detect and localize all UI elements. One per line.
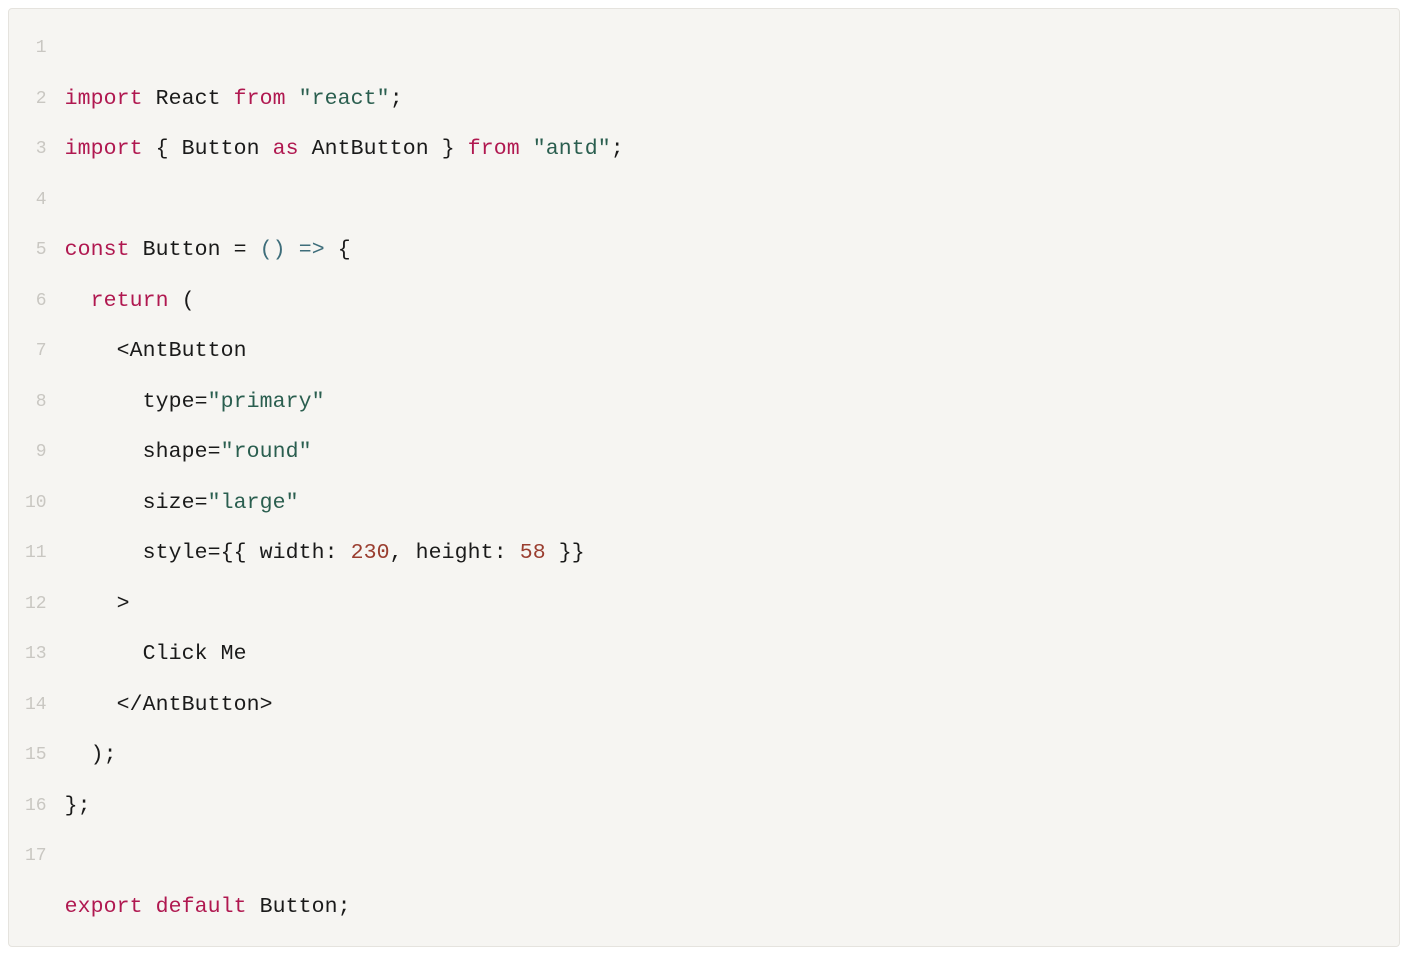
code-text: React (143, 87, 234, 111)
code-text: </AntButton> (65, 693, 273, 717)
line-number: 13 (9, 629, 61, 680)
code-text: AntButton } (299, 137, 468, 161)
code-line: return ( (65, 276, 1381, 327)
keyword-from: from (234, 87, 286, 111)
line-number: 17 (9, 831, 61, 882)
string-literal: "round" (221, 440, 312, 464)
code-line: ); (65, 730, 1381, 781)
number-literal: 230 (351, 541, 390, 565)
keyword-import: import (65, 137, 143, 161)
code-line: </AntButton> (65, 680, 1381, 731)
keyword-from: from (468, 137, 520, 161)
code-text: ( (169, 289, 195, 313)
code-line: <AntButton (65, 326, 1381, 377)
code-line: const Button = () => { (65, 225, 1381, 276)
keyword-return: return (91, 289, 169, 313)
line-number: 11 (9, 528, 61, 579)
line-number: 3 (9, 124, 61, 175)
code-text: ; (611, 137, 624, 161)
line-number: 10 (9, 478, 61, 529)
code-line: }; (65, 781, 1381, 832)
code-text: shape= (65, 440, 221, 464)
arrow-parens: () (260, 238, 286, 262)
keyword-const: const (65, 238, 130, 262)
code-text: }; (65, 794, 91, 818)
keyword-default: default (156, 895, 247, 919)
code-text (286, 87, 299, 111)
code-text: { Button (143, 137, 273, 161)
code-content: import React from "react";import { Butto… (61, 9, 1399, 946)
line-number: 2 (9, 74, 61, 125)
code-text: ); (65, 743, 117, 767)
keyword-as: as (273, 137, 299, 161)
line-number: 9 (9, 427, 61, 478)
code-line (65, 175, 1381, 226)
string-literal: "large" (208, 491, 299, 515)
code-line: style={{ width: 230, height: 58 }} (65, 528, 1381, 579)
code-line: export default Button; (65, 882, 1381, 933)
line-number: 14 (9, 680, 61, 731)
code-text: <AntButton (65, 339, 247, 363)
code-block: 1 2 3 4 5 6 7 8 9 10 11 12 13 14 15 16 1… (8, 8, 1400, 947)
keyword-import: import (65, 87, 143, 111)
code-text: { (325, 238, 351, 262)
code-line: size="large" (65, 478, 1381, 529)
code-text (143, 895, 156, 919)
code-line: import React from "react"; (65, 74, 1381, 125)
line-number: 16 (9, 781, 61, 832)
code-text: Click Me (65, 642, 247, 666)
code-text (65, 289, 91, 313)
string-literal: "primary" (208, 390, 325, 414)
code-text: type= (65, 390, 208, 414)
arrow: => (299, 238, 325, 262)
code-line: type="primary" (65, 377, 1381, 428)
line-number-gutter: 1 2 3 4 5 6 7 8 9 10 11 12 13 14 15 16 1… (9, 9, 61, 946)
code-text: size= (65, 491, 208, 515)
code-line (65, 831, 1381, 882)
line-number: 8 (9, 377, 61, 428)
line-number: 15 (9, 730, 61, 781)
code-text: }} (546, 541, 585, 565)
keyword-export: export (65, 895, 143, 919)
line-number: 1 (9, 23, 61, 74)
line-number: 7 (9, 326, 61, 377)
number-literal: 58 (520, 541, 546, 565)
code-text: style={{ width: (65, 541, 351, 565)
code-text (286, 238, 299, 262)
line-number: 6 (9, 276, 61, 327)
string-literal: "antd" (533, 137, 611, 161)
code-text: , height: (390, 541, 520, 565)
string-literal: "react" (299, 87, 390, 111)
code-text: Button; (247, 895, 351, 919)
line-number: 12 (9, 579, 61, 630)
line-number: 4 (9, 175, 61, 226)
code-text: > (65, 592, 130, 616)
code-line: import { Button as AntButton } from "ant… (65, 124, 1381, 175)
code-text: ; (390, 87, 403, 111)
code-line: Click Me (65, 629, 1381, 680)
line-number: 5 (9, 225, 61, 276)
code-text: Button = (130, 238, 260, 262)
code-line: > (65, 579, 1381, 630)
code-line: shape="round" (65, 427, 1381, 478)
code-text (520, 137, 533, 161)
